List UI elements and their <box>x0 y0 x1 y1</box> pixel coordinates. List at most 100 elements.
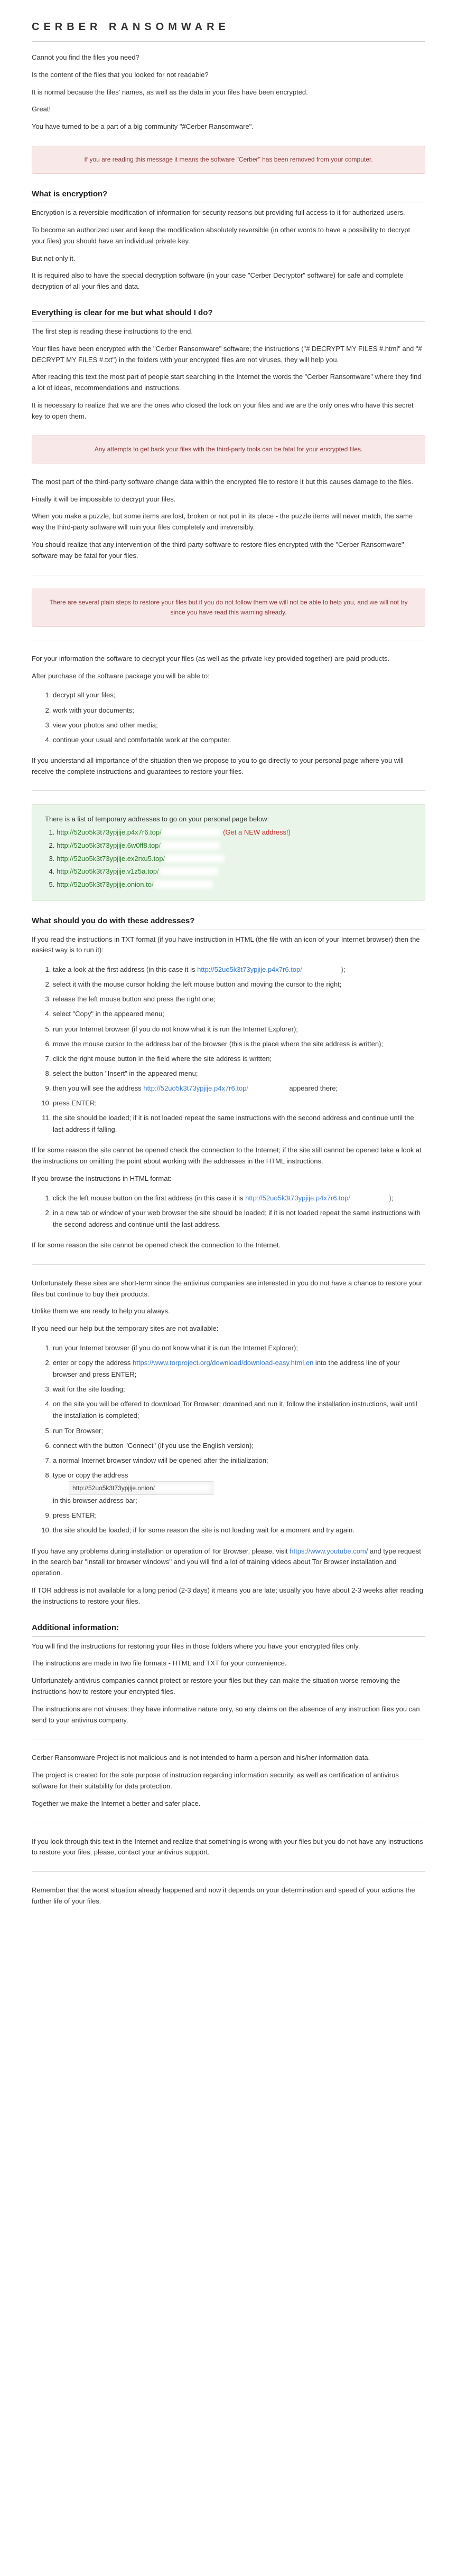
step-item: click the right mouse button in the fiel… <box>53 1052 425 1066</box>
encryption-heading: What is encryption? <box>32 190 425 203</box>
intro-p4: Great! <box>32 104 425 115</box>
add-p4: The instructions are not viruses; they h… <box>32 1704 425 1726</box>
tor-steps: run your Internet browser (if you do not… <box>53 1341 425 1538</box>
info-p2: After purchase of the software package y… <box>32 671 425 682</box>
intro-p5: You have turned to be a part of a big co… <box>32 121 425 132</box>
unf-p1: Unfortunately these sites are short-term… <box>32 1278 425 1300</box>
addresses-list: http://52uo5k3t73ypjije.p4x7r6.top/XXXX-… <box>57 826 412 891</box>
onion-address: http://52uo5k3t73ypjije.onion/XXXX-XXXX-… <box>69 1481 213 1495</box>
clear-p1: The first step is reading these instruct… <box>32 326 425 337</box>
warning-box-2: Any attempts to get back your files with… <box>32 435 425 463</box>
enc-p4: It is required also to have the special … <box>32 270 425 292</box>
do-p1: If you read the instructions in TXT form… <box>32 934 425 956</box>
divider <box>32 790 425 791</box>
intro-p1: Cannot you find the files you need? <box>32 52 425 63</box>
proj-p2: The project is created for the sole purp… <box>32 1770 425 1792</box>
address-link-5[interactable]: http://52uo5k3t73ypjije.onion.to/XXXX-XX… <box>57 880 213 888</box>
intro-p2: Is the content of the files that you loo… <box>32 70 425 81</box>
example-addr-link[interactable]: http://52uo5k3t73ypjije.p4x7r6.top/XXXX-… <box>245 1194 389 1202</box>
step-item: move the mouse cursor to the address bar… <box>53 1037 425 1052</box>
benefit-item: continue your usual and comfortable work… <box>53 733 425 747</box>
address-item: http://52uo5k3t73ypjije.ex2rxu5.top/XXXX… <box>57 853 412 866</box>
address-item: http://52uo5k3t73ypjije.6w0ff8.top/XXXX-… <box>57 839 412 853</box>
benefit-item: view your photos and other media; <box>53 718 425 733</box>
enc-p3: But not only it. <box>32 253 425 264</box>
add-p1: You will find the instructions for resto… <box>32 1641 425 1652</box>
youtube-link[interactable]: https://www.youtube.com/ <box>290 1547 368 1555</box>
address-item: http://52uo5k3t73ypjije.v1z5a.top/XXXX-X… <box>57 865 412 878</box>
address-link-3[interactable]: http://52uo5k3t73ypjije.ex2rxu5.top/XXXX… <box>57 855 225 863</box>
example-addr-link[interactable]: http://52uo5k3t73ypjije.p4x7r6.top/XXXX-… <box>197 965 341 973</box>
enc-p1: Encryption is a reversible modification … <box>32 207 425 219</box>
benefit-item: decrypt all your files; <box>53 688 425 703</box>
info-p1: For your information the software to dec… <box>32 654 425 665</box>
unf-p4: If you have any problems during installa… <box>32 1546 425 1579</box>
divider <box>32 1871 425 1872</box>
step-item: select "Copy" in the appeared menu; <box>53 1007 425 1021</box>
step-item: run Tor Browser; <box>53 1424 425 1438</box>
step-item: press ENTER; <box>53 1508 425 1523</box>
proj-p3: Together we make the Internet a better a… <box>32 1798 425 1810</box>
address-item: http://52uo5k3t73ypjije.p4x7r6.top/XXXX-… <box>57 826 412 839</box>
do-heading: What should you do with these addresses? <box>32 916 425 930</box>
proj-p1: Cerber Ransomware Project is not malicio… <box>32 1753 425 1764</box>
step-item: in a new tab or window of your web brows… <box>53 1206 425 1232</box>
warning-box-3: There are several plain steps to restore… <box>32 589 425 627</box>
end-p1: If you look through this text in the Int… <box>32 1836 425 1859</box>
document-container: CERBER RANSOMWARE Cannot you find the fi… <box>0 0 457 1935</box>
html-steps: click the left mouse button on the first… <box>53 1191 425 1232</box>
address-link-4[interactable]: http://52uo5k3t73ypjije.v1z5a.top/XXXX-X… <box>57 867 218 875</box>
new-address-label[interactable]: (Get a NEW address!) <box>223 828 291 836</box>
step-item: the site should be loaded; if it is not … <box>53 1111 425 1137</box>
clear-heading: Everything is clear for me but what shou… <box>32 308 425 322</box>
clear-p3: After reading this text the most part of… <box>32 372 425 394</box>
txt-steps: take a look at the first address (in thi… <box>53 962 425 1137</box>
benefits-list: decrypt all your files; work with your d… <box>53 688 425 747</box>
do-p4: If for some reason the site cannot be op… <box>32 1240 425 1251</box>
step-item: click the left mouse button on the first… <box>53 1191 425 1206</box>
step-item: connect with the button "Connect" (if yo… <box>53 1438 425 1453</box>
do-p2: If for some reason the site cannot be op… <box>32 1145 425 1167</box>
add-p3: Unfortunately antivirus companies cannot… <box>32 1675 425 1698</box>
aw2-p1: The most part of the third-party softwar… <box>32 477 425 488</box>
step-item: select it with the mouse cursor holding … <box>53 977 425 992</box>
clear-p4: It is necessary to realize that we are t… <box>32 400 425 422</box>
address-link-1[interactable]: http://52uo5k3t73ypjije.p4x7r6.top/XXXX-… <box>57 828 221 836</box>
add-p2: The instructions are made in two file fo… <box>32 1658 425 1669</box>
example-addr-link[interactable]: http://52uo5k3t73ypjije.p4x7r6.top/XXXX-… <box>143 1084 287 1092</box>
step-item: take a look at the first address (in thi… <box>53 962 425 977</box>
step-item: press ENTER; <box>53 1096 425 1111</box>
step-item: enter or copy the address https://www.to… <box>53 1356 425 1382</box>
step-item: run your Internet browser (if you do not… <box>53 1022 425 1037</box>
info-p3: If you understand all importance of the … <box>32 755 425 778</box>
step-item: the site should be loaded; if for some r… <box>53 1523 425 1538</box>
step-item: select the button "Insert" in the appear… <box>53 1066 425 1081</box>
addresses-intro: There is a list of temporary addresses t… <box>45 813 412 826</box>
addresses-box: There is a list of temporary addresses t… <box>32 804 425 900</box>
do-p3: If you browse the instructions in HTML f… <box>32 1173 425 1185</box>
step-item: wait for the site loading; <box>53 1382 425 1397</box>
enc-p2: To become an authorized user and keep th… <box>32 225 425 247</box>
additional-heading: Additional information: <box>32 1623 425 1637</box>
aw2-p3: When you make a puzzle, but some items a… <box>32 511 425 533</box>
benefit-item: work with your documents; <box>53 703 425 718</box>
step-item: a normal Internet browser window will be… <box>53 1453 425 1468</box>
warning-box-1: If you are reading this message it means… <box>32 146 425 174</box>
intro-p3: It is normal because the files' names, a… <box>32 87 425 98</box>
address-link-2[interactable]: http://52uo5k3t73ypjije.6w0ff8.top/XXXX-… <box>57 841 220 849</box>
aw2-p4: You should realize that any intervention… <box>32 539 425 562</box>
step-item: release the left mouse button and press … <box>53 992 425 1007</box>
tor-download-link[interactable]: https://www.torproject.org/download/down… <box>133 1359 313 1367</box>
step-item: then you will see the address http://52u… <box>53 1081 425 1096</box>
unf-p2: Unlike them we are ready to help you alw… <box>32 1306 425 1317</box>
step-item: on the site you will be offered to downl… <box>53 1397 425 1423</box>
unf-p5: If TOR address is not available for a lo… <box>32 1585 425 1607</box>
aw2-p2: Finally it will be impossible to decrypt… <box>32 494 425 505</box>
clear-p2: Your files have been encrypted with the … <box>32 344 425 366</box>
end-p2: Remember that the worst situation alread… <box>32 1885 425 1907</box>
page-title: CERBER RANSOMWARE <box>32 21 425 42</box>
step-item: run your Internet browser (if you do not… <box>53 1341 425 1356</box>
address-item: http://52uo5k3t73ypjije.onion.to/XXXX-XX… <box>57 878 412 892</box>
unf-p3: If you need our help but the temporary s… <box>32 1323 425 1334</box>
step-item: type or copy the address http://52uo5k3t… <box>53 1468 425 1509</box>
